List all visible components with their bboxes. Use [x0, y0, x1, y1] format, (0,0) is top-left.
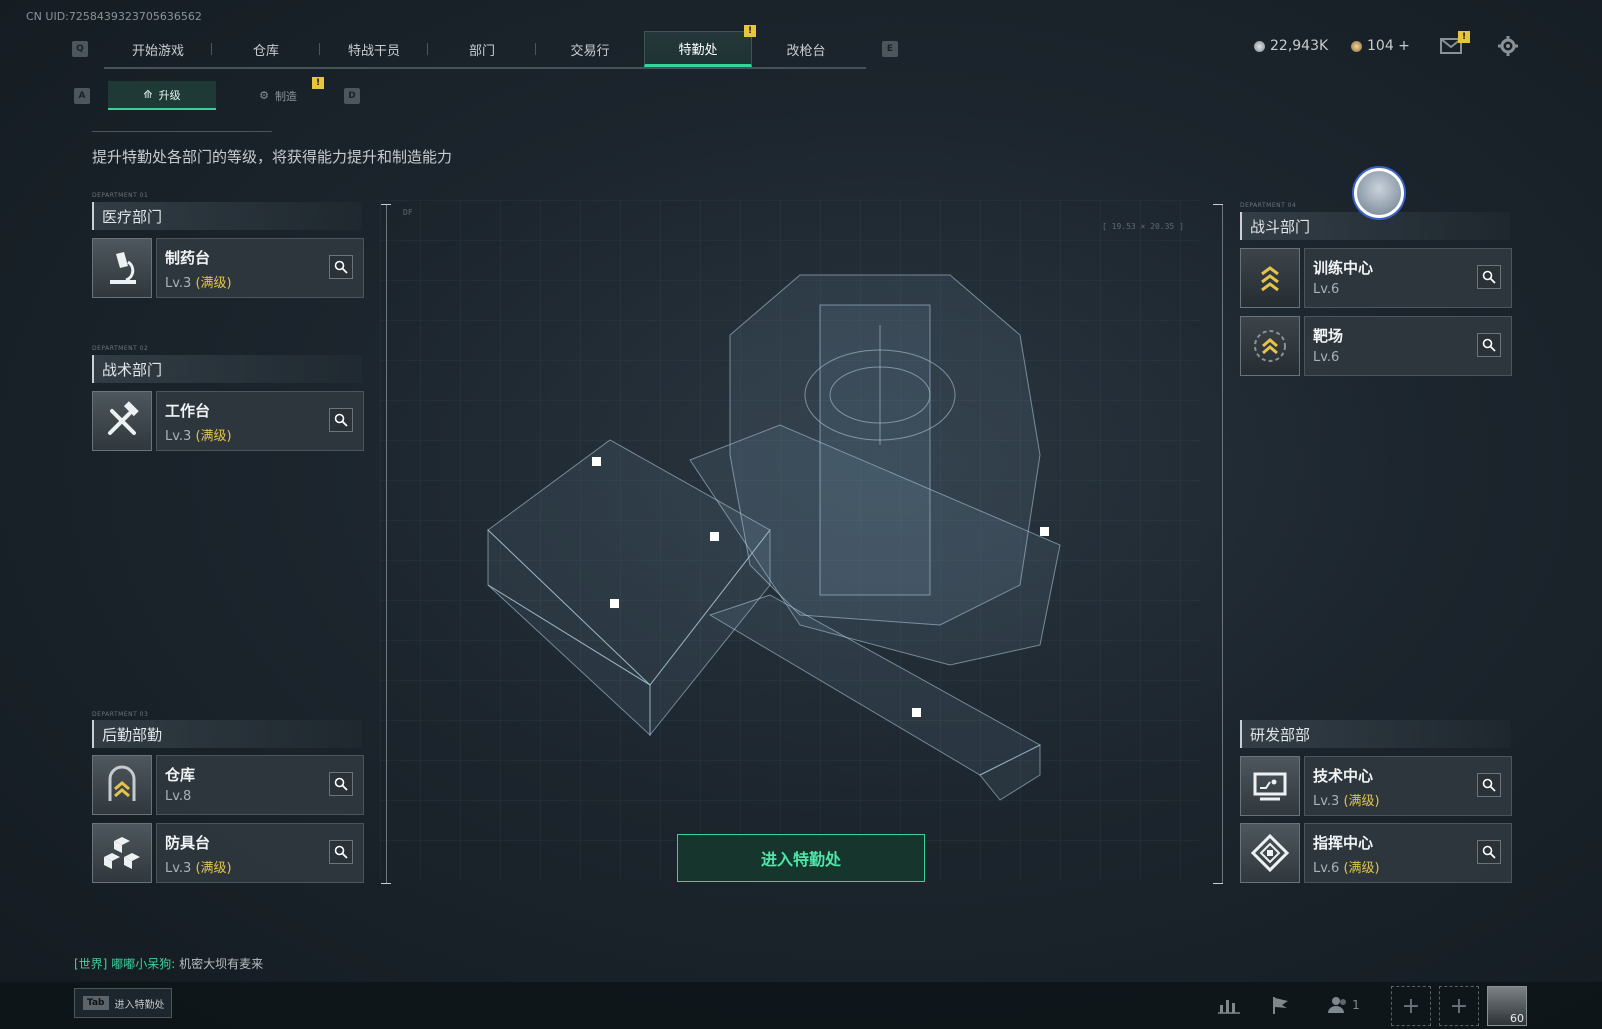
nav-next-key[interactable]: E: [882, 41, 898, 57]
nav-prev-key[interactable]: Q: [72, 41, 88, 57]
dept-header-logistics: 后勤部勤: [92, 720, 362, 748]
chat-message[interactable]: [世界] 嘟嘟小呆狗: 机密大坝有麦来: [74, 955, 263, 972]
player-avatar[interactable]: [1354, 168, 1404, 218]
tab-hint-label: 进入特勤处: [114, 999, 165, 1011]
left-frame-line: [386, 204, 387, 884]
search-icon[interactable]: [1477, 773, 1501, 797]
tab-shortcut-hint[interactable]: Tab 进入特勤处: [74, 988, 172, 1018]
subtab-next-key[interactable]: D: [344, 88, 360, 104]
frame-tick: [381, 204, 391, 205]
card-body: 靶场 Lv.6: [1304, 316, 1512, 376]
search-icon[interactable]: [329, 408, 353, 432]
dept-header-research: 研发部部: [1240, 720, 1510, 748]
search-icon[interactable]: [329, 772, 353, 796]
upgrade-icon: ⟰: [143, 88, 153, 101]
facility-card-warehouse[interactable]: 仓库 Lv.8: [92, 755, 364, 815]
blueprint-marker: [1040, 527, 1049, 536]
card-body: 技术中心 Lv.3 (满级): [1304, 756, 1512, 816]
dept-tag-tactical: DEPARTMENT 02: [92, 345, 149, 352]
tab-operators[interactable]: 特战干员: [320, 31, 428, 67]
search-icon[interactable]: [1477, 265, 1501, 289]
card-body: 工作台 Lv.3 (满级): [156, 391, 364, 451]
tab-start-game[interactable]: 开始游戏: [104, 31, 212, 67]
facility-card-pharmacy[interactable]: 制药台 Lv.3 (满级): [92, 238, 364, 298]
hud-df-label: DF: [403, 208, 413, 217]
search-icon[interactable]: [329, 840, 353, 864]
page-description: 提升特勤处各部门的等级，将获得能力提升和制造能力: [92, 148, 453, 166]
dept-tag-logistics: DEPARTMENT 03: [92, 711, 149, 718]
card-body: 制药台 Lv.3 (满级): [156, 238, 364, 298]
card-body: 仓库 Lv.8: [156, 755, 364, 815]
dept-tag-combat: DEPARTMENT 04: [1240, 202, 1297, 209]
frame-tick: [1213, 883, 1223, 884]
monitor-icon: [1240, 756, 1300, 816]
search-icon[interactable]: [1477, 333, 1501, 357]
gold-coin-icon: [1351, 40, 1362, 52]
microscope-icon: [92, 238, 152, 298]
facility-card-workbench[interactable]: 工作台 Lv.3 (满级): [92, 391, 364, 451]
search-icon[interactable]: [329, 255, 353, 279]
description-divider: [92, 131, 272, 132]
silver-coin-icon: [1254, 40, 1265, 52]
facility-card-training-center[interactable]: 训练中心 Lv.6: [1240, 248, 1512, 308]
frame-tick: [1213, 204, 1223, 205]
frame-tick: [381, 883, 391, 884]
craft-warning-badge: !: [312, 77, 324, 89]
search-icon[interactable]: [1477, 840, 1501, 864]
target-chevron-icon: [1240, 316, 1300, 376]
enter-special-ops-button[interactable]: 进入特勤处: [677, 834, 925, 882]
card-body: 指挥中心 Lv.6 (满级): [1304, 823, 1512, 883]
tab-gunsmith[interactable]: 改枪台: [752, 31, 860, 67]
rank-chevron-icon: [1240, 248, 1300, 308]
facility-card-tech-center[interactable]: 技术中心 Lv.3 (满级): [1240, 756, 1512, 816]
subtab-upgrade[interactable]: ⟰ 升级: [108, 81, 216, 110]
silver-currency[interactable]: 22,943K: [1254, 38, 1328, 54]
chat-channel: [世界]: [74, 957, 108, 971]
tab-key: Tab: [83, 996, 109, 1010]
facility-card-armor-bench[interactable]: 防具台 Lv.3 (满级): [92, 823, 364, 883]
dept-header-medical: 医疗部门: [92, 202, 362, 230]
hammer-wrench-icon: [92, 391, 152, 451]
command-diamond-icon: [1240, 823, 1300, 883]
subtab-prev-key[interactable]: A: [74, 88, 90, 104]
friends-button[interactable]: 1: [1326, 990, 1362, 1020]
dept-tag-medical: DEPARTMENT 01: [92, 192, 149, 199]
blueprint-marker: [592, 457, 601, 466]
tab-department[interactable]: 部门: [428, 31, 536, 67]
facility-card-shooting-range[interactable]: 靶场 Lv.6: [1240, 316, 1512, 376]
stats-icon[interactable]: [1216, 990, 1242, 1020]
card-body: 训练中心 Lv.6: [1304, 248, 1512, 308]
gear-icon[interactable]: [1497, 36, 1519, 56]
player-portrait[interactable]: 60: [1487, 986, 1527, 1026]
blueprint-marker: [710, 532, 719, 541]
storage-chevron-icon: [92, 755, 152, 815]
blueprint-marker: [610, 599, 619, 608]
blueprint-marker: [912, 708, 921, 717]
tab-warehouse[interactable]: 仓库: [212, 31, 320, 67]
tab-trade[interactable]: 交易行: [536, 31, 644, 67]
dept-header-tactical: 战术部门: [92, 355, 362, 383]
flag-icon[interactable]: [1268, 990, 1294, 1020]
gold-currency[interactable]: 104 +: [1351, 38, 1410, 54]
mail-warning-badge: !: [1458, 31, 1470, 43]
chat-text: 机密大坝有麦来: [179, 957, 264, 971]
right-frame-line: [1222, 204, 1223, 884]
friends-icon: [1328, 997, 1347, 1013]
chat-user: 嘟嘟小呆狗:: [111, 957, 176, 971]
facility-card-command-center[interactable]: 指挥中心 Lv.6 (满级): [1240, 823, 1512, 883]
craft-gear-icon: ⚙: [259, 89, 269, 102]
card-body: 防具台 Lv.3 (满级): [156, 823, 364, 883]
uid-label: CN UID:7258439323705636562: [26, 10, 202, 23]
building-blueprint: [487, 274, 1061, 801]
cubes-icon: [92, 823, 152, 883]
team-slot-add-button[interactable]: +: [1439, 986, 1479, 1026]
tab-special-ops[interactable]: 特勤处: [644, 31, 752, 67]
warning-badge: !: [744, 25, 756, 37]
hud-time: [ 19.53 × 20.35 ]: [1102, 222, 1184, 231]
team-slot-add-button[interactable]: +: [1391, 986, 1431, 1026]
